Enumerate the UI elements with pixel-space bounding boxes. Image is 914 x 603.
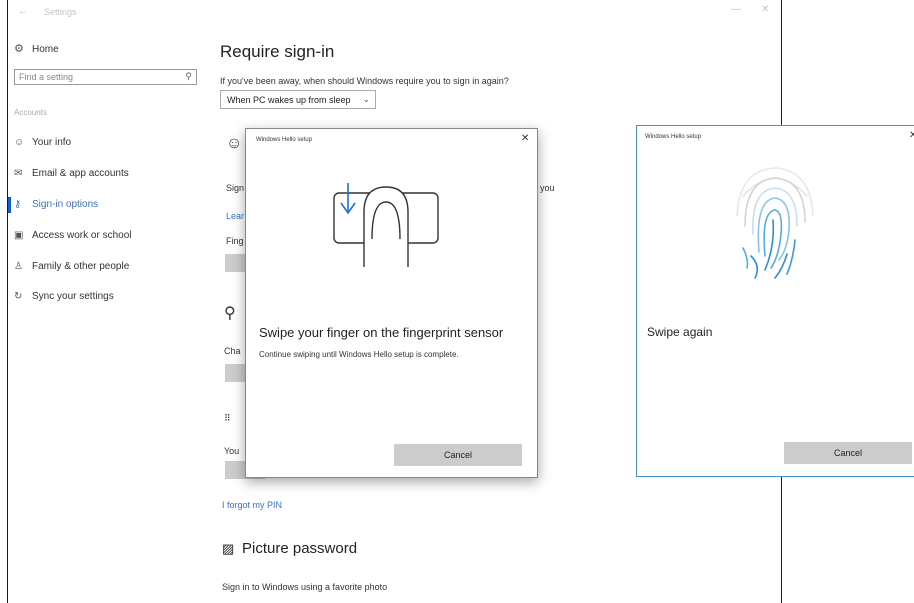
dialog-title: Windows Hello setup [256, 137, 313, 143]
people-icon: ♙ [14, 261, 23, 272]
dialog-description: Continue swiping until Windows Hello set… [259, 350, 459, 359]
key-icon: ⚷ [14, 199, 22, 210]
finger-swipe-illustration [333, 183, 439, 267]
frag-you: you [540, 183, 555, 193]
sidebar-item-label: Access work or school [32, 230, 132, 241]
search-icon: ⚲ [185, 71, 192, 81]
sidebar-item-label: Email & app accounts [32, 168, 129, 179]
cancel-button[interactable]: Cancel [784, 442, 912, 464]
sidebar-item-family[interactable]: ♙ Family & other people [14, 259, 129, 275]
frag-sign: Sign [226, 183, 245, 193]
section-label: Accounts [14, 108, 47, 117]
sidebar-item-your-info[interactable]: ☺ Your info [14, 135, 71, 151]
active-indicator [8, 197, 11, 213]
hello-setup-dialog: Windows Hello setup ✕ Swipe your finger … [245, 128, 538, 478]
title-bar: ← Settings — ✕ [8, 0, 781, 26]
forgot-pin-link[interactable]: I forgot my PIN [222, 500, 282, 510]
person-card-icon: ☺ [14, 137, 25, 148]
picture-icon: ▨ [222, 541, 235, 556]
back-arrow-icon[interactable]: ← [18, 6, 28, 17]
minimize-icon[interactable]: — [731, 4, 741, 15]
search-key-icon: ⚲ [224, 305, 236, 322]
mail-icon: ✉ [14, 168, 23, 179]
briefcase-icon: ▣ [14, 230, 24, 241]
picture-password-desc: Sign in to Windows using a favorite phot… [222, 582, 388, 592]
frag-fingerprint: Fing [226, 236, 244, 246]
home-label: Home [32, 44, 59, 55]
chevron-down-icon: ⌄ [362, 94, 370, 104]
hello-face-icon: ☺ [226, 135, 243, 152]
hello-setup-dialog-again: Windows Hello setup ✕ Swipe again Cancel [636, 125, 914, 477]
picture-password-title: ▨ Picture password [222, 540, 357, 557]
close-icon[interactable]: ✕ [909, 130, 914, 141]
sidebar-item-email[interactable]: ✉ Email & app accounts [14, 166, 129, 182]
dialog-heading: Swipe your finger on the fingerprint sen… [259, 325, 504, 340]
close-icon[interactable]: ✕ [521, 133, 529, 144]
sidebar-item-sync[interactable]: ↻ Sync your settings [14, 289, 114, 305]
pin-keypad-icon: ⠿ [224, 413, 231, 423]
frag-you-pin: You [224, 446, 240, 456]
close-icon[interactable]: ✕ [761, 4, 769, 15]
sync-icon: ↻ [14, 291, 23, 302]
sidebar: ⚙ Home Find a setting ⚲ Accounts ☺ Your in… [8, 26, 203, 603]
dialog-heading: Swipe again [647, 325, 713, 339]
sidebar-item-work-school[interactable]: ▣ Access work or school [14, 228, 131, 244]
window-title: Settings [44, 7, 77, 17]
sidebar-item-label: Family & other people [32, 261, 130, 272]
dropdown-value: When PC wakes up from sleep [227, 95, 351, 105]
cancel-button[interactable]: Cancel [394, 444, 522, 466]
sidebar-item-label: Sync your settings [32, 291, 114, 302]
search-input[interactable]: Find a setting ⚲ [14, 69, 197, 85]
sidebar-item-label: Your info [32, 137, 72, 148]
frag-learn-more-link[interactable]: Lear [226, 211, 244, 221]
sidebar-item-label: Sign-in options [32, 199, 99, 210]
sidebar-item-sign-in-options[interactable]: ⚷ Sign-in options [8, 197, 99, 213]
require-signin-title: Require sign-in [220, 42, 335, 61]
frag-change: Cha [224, 346, 241, 356]
picture-password-label: Picture password [242, 540, 358, 557]
dialog-title: Windows Hello setup [645, 134, 702, 140]
gear-icon: ⚙ [14, 43, 24, 55]
search-placeholder: Find a setting [19, 72, 74, 82]
fingerprint-icon [736, 167, 814, 279]
sidebar-home[interactable]: ⚙ Home [14, 42, 59, 55]
require-signin-dropdown[interactable]: When PC wakes up from sleep ⌄ [220, 90, 376, 109]
require-signin-prompt: If you've been away, when should Windows… [220, 76, 509, 86]
